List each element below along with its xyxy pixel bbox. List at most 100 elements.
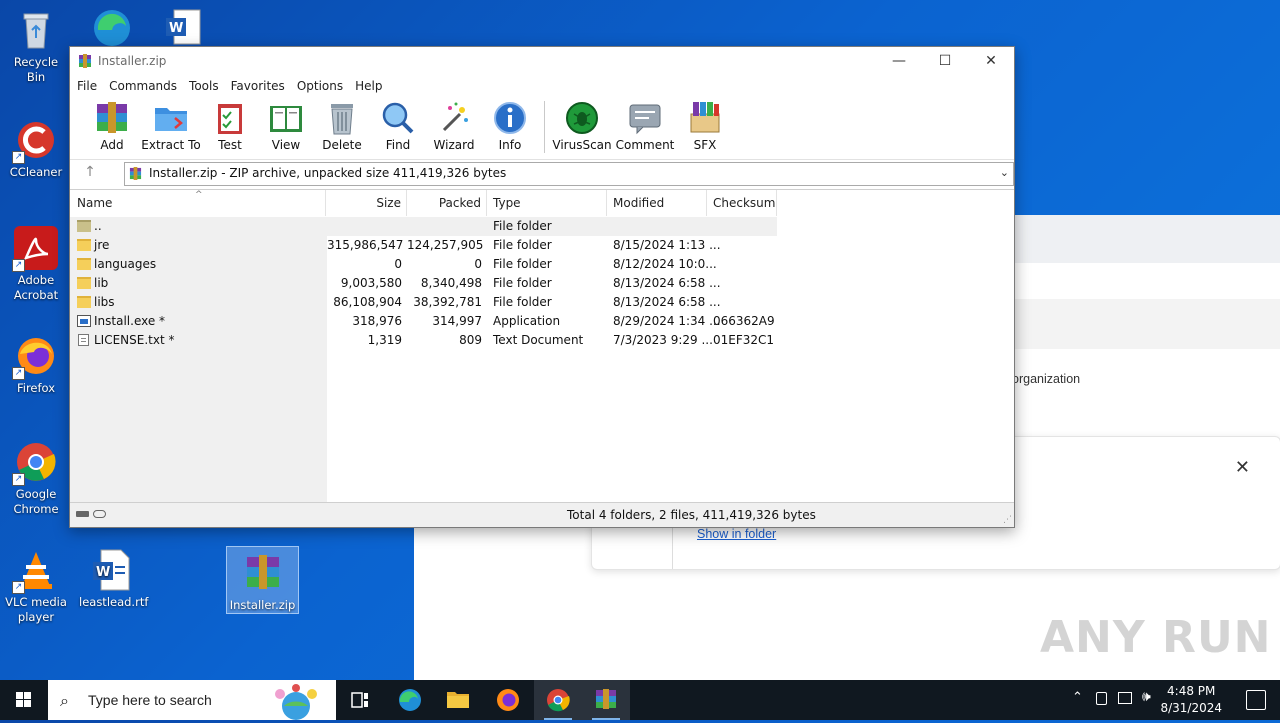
- close-button[interactable]: ✕: [968, 47, 1014, 75]
- table-row[interactable]: .. File folder: [70, 217, 777, 236]
- maximize-button[interactable]: ☐: [922, 47, 968, 75]
- menu-tools[interactable]: Tools: [188, 79, 226, 93]
- notification-icon[interactable]: [1246, 690, 1266, 710]
- add-button[interactable]: Add: [84, 97, 140, 159]
- show-in-folder-link[interactable]: Show in folder: [697, 527, 776, 541]
- folder-icon: [77, 296, 91, 308]
- organization-text: organization: [1012, 372, 1081, 386]
- menu-options[interactable]: Options: [296, 79, 350, 93]
- word-doc-icon: W: [89, 548, 133, 592]
- column-checksum-label: Checksum: [713, 196, 776, 210]
- cell-type: File folder: [493, 295, 552, 309]
- column-modified-label: Modified: [613, 196, 665, 210]
- clipboard-check-icon: [212, 100, 248, 136]
- table-row[interactable]: languages 0 0 File folder 8/12/2024 10:0...: [70, 255, 777, 274]
- taskbar-clock[interactable]: 4:48 PM 8/31/2024: [1160, 683, 1222, 717]
- column-header-size[interactable]: Size: [327, 190, 407, 216]
- network-icon[interactable]: [1118, 692, 1132, 704]
- svg-text:W: W: [169, 21, 183, 36]
- find-button[interactable]: Find: [370, 97, 426, 159]
- menu-file[interactable]: File: [76, 79, 104, 93]
- start-button[interactable]: [0, 680, 48, 720]
- desktop-icon-vlc[interactable]: ↗ VLC media player: [4, 548, 68, 625]
- desktop-icon-adobe-acrobat[interactable]: ↗ Adobe Acrobat: [4, 226, 68, 303]
- desktop-icon-leastlead-rtf[interactable]: W leastlead.rtf: [79, 548, 148, 610]
- taskbar-winrar[interactable]: [582, 680, 630, 720]
- sfx-button[interactable]: SFX: [677, 97, 733, 159]
- parent-folder-icon: [77, 220, 91, 232]
- desktop-icon-firefox[interactable]: ↗ Firefox: [4, 334, 68, 396]
- close-icon[interactable]: ✕: [1235, 457, 1250, 478]
- desktop-icon-installer-zip[interactable]: Installer.zip: [226, 546, 299, 614]
- extract-to-button[interactable]: Extract To: [140, 97, 202, 159]
- test-button[interactable]: Test: [202, 97, 258, 159]
- menu-favorites[interactable]: Favorites: [230, 79, 292, 93]
- cell-modified: 7/3/2023 9:29 ...: [613, 333, 713, 347]
- taskbar-chrome[interactable]: [534, 680, 582, 720]
- taskbar-firefox[interactable]: [484, 680, 532, 720]
- cell-modified: 8/13/2024 6:58 ...: [613, 276, 721, 290]
- search-placeholder: Type here to search: [88, 692, 212, 708]
- table-row[interactable]: Install.exe * 318,976 314,997 Application 8/…: [70, 312, 777, 331]
- cell-name: Install.exe *: [94, 314, 166, 328]
- recycle-bin-icon: [14, 8, 58, 52]
- cell-name: libs: [94, 295, 115, 309]
- toolbar: Add Extract To Test View Delete Find Wiz…: [70, 97, 1014, 159]
- word-doc-icon: W: [166, 9, 201, 45]
- sfx-icon: [687, 100, 723, 136]
- delete-button[interactable]: Delete: [314, 97, 370, 159]
- taskbar-file-explorer[interactable]: [434, 680, 482, 720]
- wizard-button[interactable]: Wizard: [426, 97, 482, 159]
- device-icon[interactable]: [1096, 692, 1107, 705]
- address-bar[interactable]: Installer.zip - ZIP archive, unpacked si…: [124, 162, 1014, 186]
- firefox-icon: ↗: [12, 334, 58, 380]
- status-bar: Total 4 folders, 2 files, 411,419,326 by…: [70, 502, 1014, 527]
- word-desktop-icon[interactable]: W: [164, 8, 204, 46]
- virusscan-button[interactable]: VirusScan: [551, 97, 613, 159]
- resize-grip-icon[interactable]: ⋰: [1003, 515, 1012, 525]
- chevron-up-icon[interactable]: ⌃: [1072, 690, 1083, 705]
- folder-icon: [77, 277, 91, 289]
- desktop-icon-recycle-bin[interactable]: Recycle Bin: [4, 8, 68, 85]
- taskbar-edge[interactable]: [386, 680, 434, 720]
- column-header-name[interactable]: Name ^: [70, 190, 326, 216]
- window-title: Installer.zip: [98, 54, 167, 68]
- system-tray: ⌃ 🕪: [1066, 680, 1166, 720]
- taskbar-search-box[interactable]: ⌕ Type here to search: [48, 680, 336, 720]
- extract-to-label: Extract To: [141, 138, 201, 152]
- table-row[interactable]: LICENSE.txt * 1,319 809 Text Document 7/3/20…: [70, 331, 777, 350]
- folder-icon: [447, 692, 469, 708]
- edge-desktop-icon[interactable]: [88, 6, 136, 46]
- column-header-checksum[interactable]: Checksum: [707, 190, 777, 216]
- desktop-icon-label: CCleaner: [9, 165, 63, 179]
- table-row[interactable]: libs 86,108,904 38,392,781 File folder 8/13/…: [70, 293, 777, 312]
- title-bar[interactable]: Installer.zip — ☐ ✕: [70, 47, 1014, 75]
- info-button[interactable]: Info: [482, 97, 538, 159]
- comment-button[interactable]: Comment: [613, 97, 677, 159]
- minimize-button[interactable]: —: [876, 47, 922, 75]
- up-arrow-icon[interactable]: ↑: [80, 163, 100, 183]
- cell-size: 9,003,580: [340, 276, 402, 290]
- volume-icon[interactable]: 🕪: [1142, 689, 1151, 705]
- column-header-type[interactable]: Type: [487, 190, 607, 216]
- cell-checksum: 01EF32C1: [713, 333, 775, 347]
- desktop-icon-google-chrome[interactable]: ↗ Google Chrome: [4, 440, 68, 517]
- info-icon: [492, 100, 528, 136]
- chevron-down-icon[interactable]: ⌄: [1000, 166, 1009, 179]
- cell-packed: 124,257,905: [407, 238, 484, 252]
- desktop-icon-ccleaner[interactable]: ↗ CCleaner: [4, 118, 68, 180]
- task-view-button[interactable]: [336, 680, 384, 720]
- trash-icon: [324, 100, 360, 136]
- cell-type: Text Document: [493, 333, 584, 347]
- menu-commands[interactable]: Commands: [108, 79, 184, 93]
- cell-type: File folder: [493, 276, 552, 290]
- cell-checksum: 066362A9: [713, 314, 775, 328]
- desktop-icon-label: Installer.zip: [229, 598, 296, 612]
- column-header-packed[interactable]: Packed: [407, 190, 487, 216]
- table-row[interactable]: lib 9,003,580 8,340,498 File folder 8/13/202…: [70, 274, 777, 293]
- menu-help[interactable]: Help: [354, 79, 389, 93]
- taskbar: ⌕ Type here to search ⌃ 🕪 4:48 PM 8/31/2…: [0, 680, 1280, 720]
- column-header-modified[interactable]: Modified: [607, 190, 707, 216]
- table-row[interactable]: jre 315,986,547 124,257,905 File folder 8/15…: [70, 236, 777, 255]
- view-button[interactable]: View: [258, 97, 314, 159]
